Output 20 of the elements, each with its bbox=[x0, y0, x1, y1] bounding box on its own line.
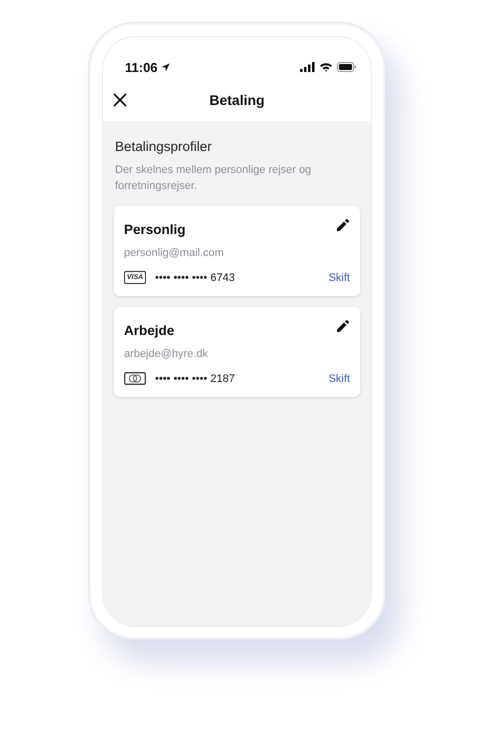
battery-icon bbox=[337, 62, 357, 72]
status-time: 11:06 bbox=[125, 60, 158, 74]
card-icon bbox=[124, 372, 146, 385]
profile-name: Arbejde bbox=[124, 323, 174, 338]
section-title: Betalingsprofiler bbox=[115, 139, 213, 154]
profile-email: personlig@mail.com bbox=[124, 247, 225, 259]
signal-icon bbox=[300, 62, 315, 72]
card-number: •••• •••• •••• 6743 bbox=[155, 272, 236, 284]
change-link[interactable]: Skift bbox=[328, 372, 350, 384]
profile-email: arbejde@hyre.dk bbox=[124, 348, 209, 360]
close-button[interactable] bbox=[111, 91, 129, 109]
screen-title: Betaling bbox=[209, 92, 265, 108]
section-description: Der skelnes mellem personlige rejser og forretningsrejser. bbox=[115, 163, 312, 194]
profile-name: Personlig bbox=[124, 222, 186, 237]
location-arrow-icon bbox=[160, 62, 170, 72]
edit-button[interactable] bbox=[336, 319, 350, 333]
change-link[interactable]: Skift bbox=[328, 272, 350, 284]
edit-button[interactable] bbox=[336, 218, 350, 232]
wifi-icon bbox=[319, 62, 333, 72]
card-number: •••• •••• •••• 2187 bbox=[155, 372, 236, 384]
